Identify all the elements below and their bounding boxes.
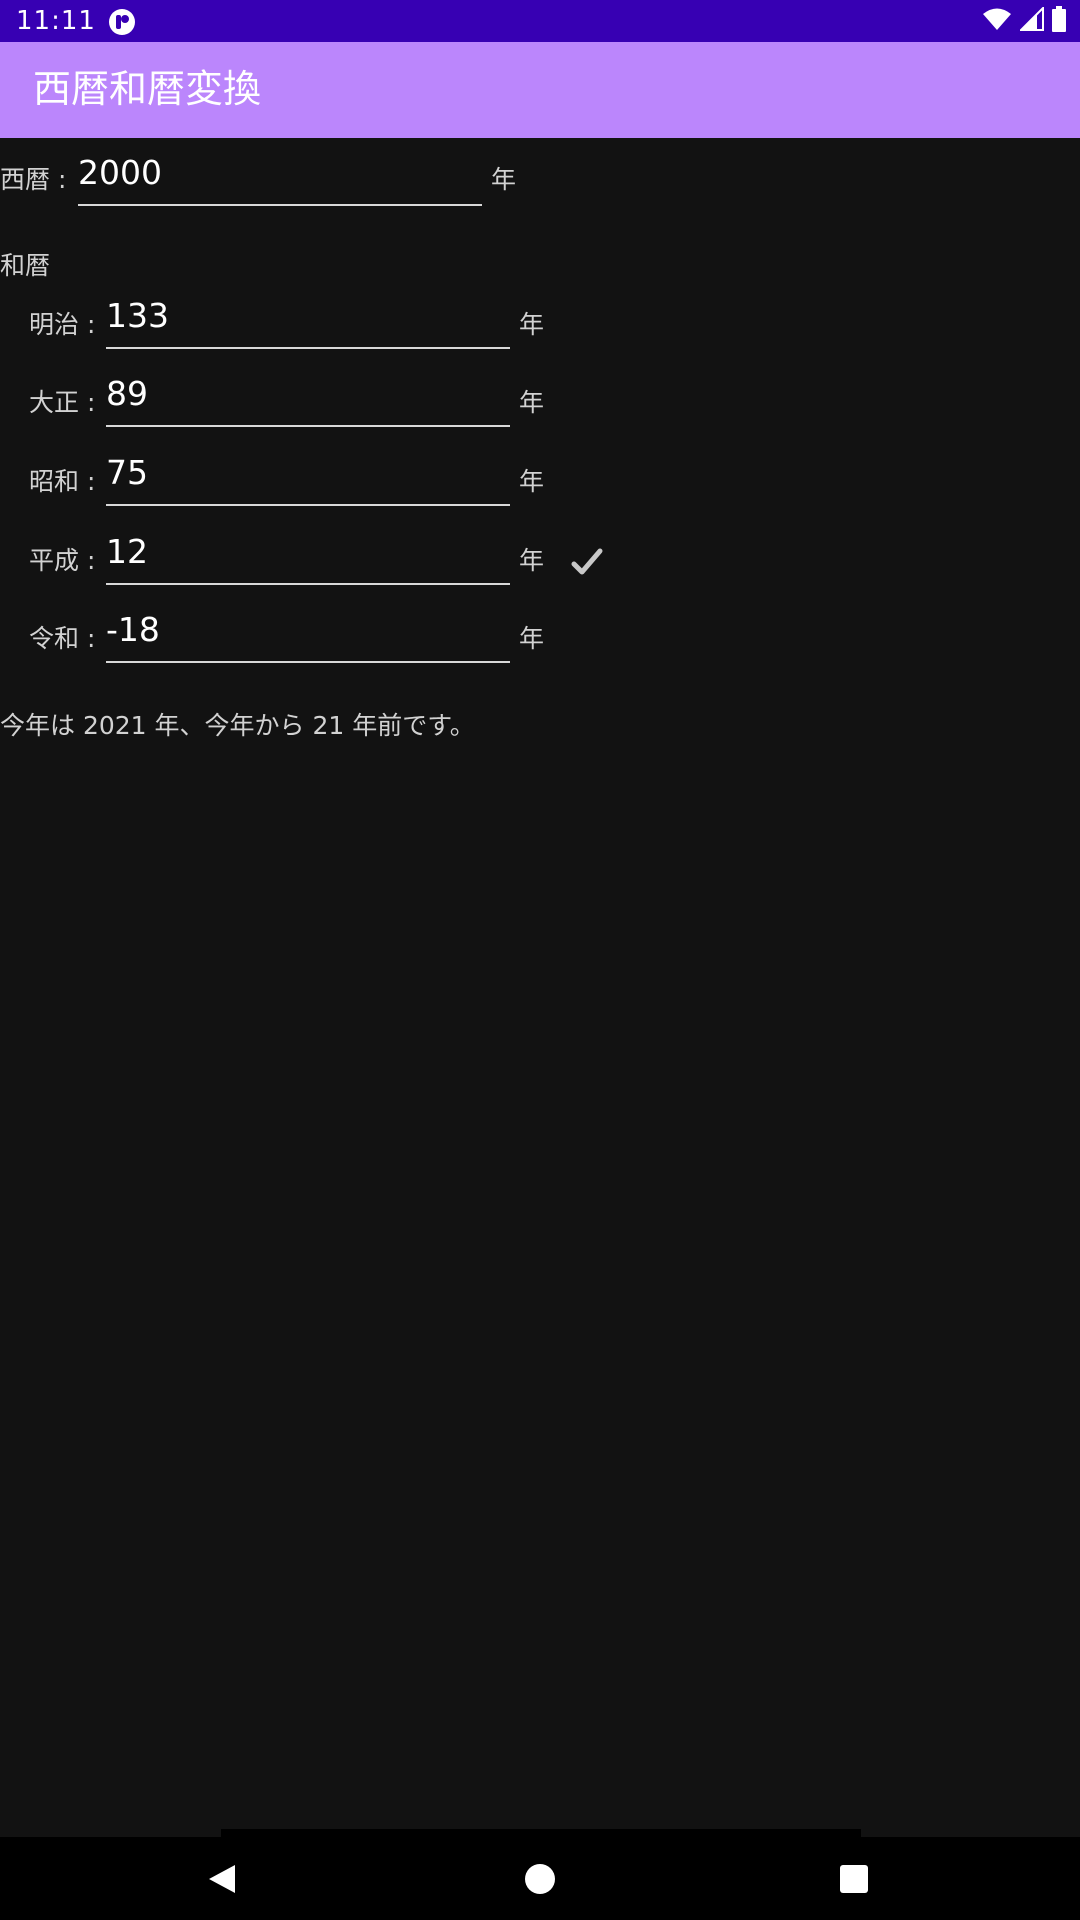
era-field-meiji[interactable]	[106, 287, 510, 349]
era-unit-reiwa: 年	[519, 624, 545, 653]
era-unit-meiji: 年	[519, 310, 545, 339]
era-label-reiwa: 令和 :	[29, 624, 96, 653]
back-triangle-icon[interactable]	[200, 1857, 244, 1901]
era-unit-heisei: 年	[519, 546, 545, 575]
status-bar: 11:11	[0, 0, 1080, 42]
home-circle-icon[interactable]	[518, 1857, 562, 1901]
era-label-heisei: 平成 :	[29, 546, 96, 575]
seireki-label: 西暦 :	[0, 165, 67, 194]
app-title: 西暦和暦変換	[33, 67, 262, 111]
summary-text: 今年は 2021 年、今年から 21 年前です。	[0, 711, 475, 740]
app-notification-icon	[108, 8, 136, 36]
era-unit-taisho: 年	[519, 388, 545, 417]
era-field-showa[interactable]	[106, 444, 510, 506]
era-field-taisho[interactable]	[106, 365, 510, 427]
era-label-showa: 昭和 :	[29, 467, 96, 496]
era-label-taisho: 大正 :	[29, 388, 96, 417]
wareki-heading: 和暦	[0, 251, 51, 280]
era-input-reiwa[interactable]	[106, 601, 510, 657]
era-label-meiji: 明治 :	[29, 310, 96, 339]
era-unit-showa: 年	[519, 467, 545, 496]
seireki-input[interactable]	[78, 144, 482, 200]
seireki-field[interactable]	[78, 144, 482, 206]
recents-square-icon[interactable]	[832, 1857, 876, 1901]
era-input-heisei[interactable]	[106, 523, 510, 579]
cell-signal-icon	[1018, 5, 1044, 35]
era-field-heisei[interactable]	[106, 523, 510, 585]
era-field-reiwa[interactable]	[106, 601, 510, 663]
battery-icon	[1052, 6, 1066, 36]
era-input-showa[interactable]	[106, 444, 510, 500]
wifi-icon	[982, 7, 1012, 35]
status-time: 11:11	[16, 6, 96, 36]
checkmark-icon	[570, 545, 604, 579]
era-input-taisho[interactable]	[106, 365, 510, 421]
navigation-bar	[0, 1837, 1080, 1920]
app-bar: 西暦和暦変換	[0, 42, 1080, 138]
era-input-meiji[interactable]	[106, 287, 510, 343]
seireki-unit: 年	[491, 165, 517, 194]
